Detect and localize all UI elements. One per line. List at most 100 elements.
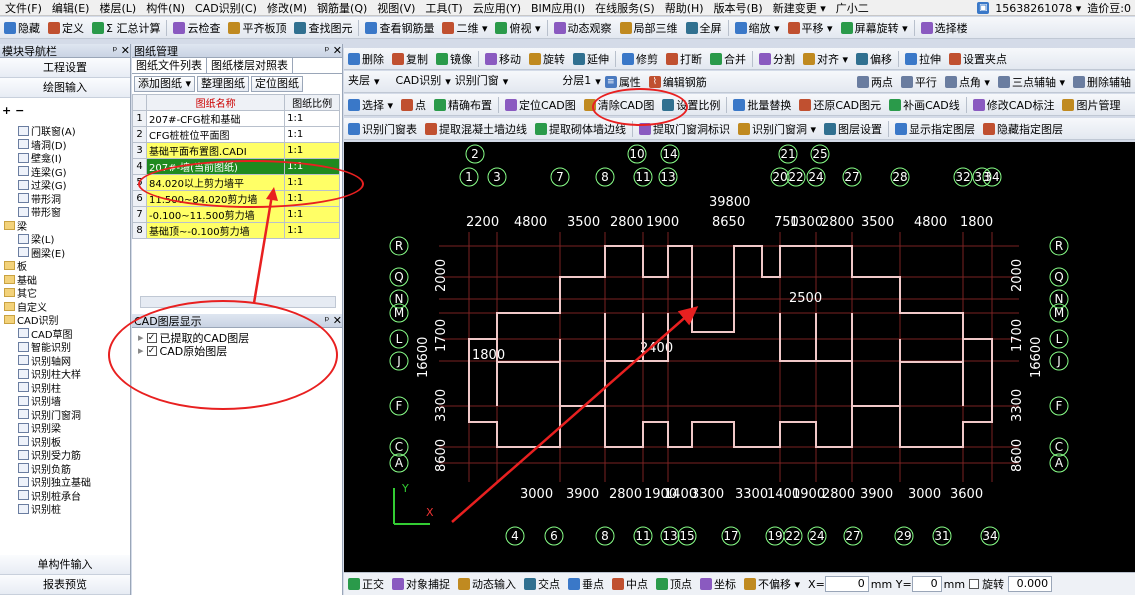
toolbar-button[interactable]: 图片管理 [1058,95,1124,115]
toolbar-button[interactable]: 提取门窗洞标识 [635,119,734,139]
snap-option[interactable]: 不偏移 ▾ [740,574,804,594]
drawing-ratio-cell[interactable]: 1:1 [284,206,340,223]
tab-floor-mapping[interactable]: 图纸楼层对照表 [207,58,293,73]
cad-recognition-select[interactable]: CAD识别 [392,74,446,90]
tree-item[interactable]: 识别板 [0,435,130,449]
tree-item[interactable]: 识别轴网 [0,354,130,368]
tree-item[interactable]: 基础 [0,273,130,287]
menu-item[interactable]: 钢筋量(Q) [312,0,372,15]
toolbar-button[interactable]: 批量替换 [729,95,795,115]
organize-drawing-button[interactable]: 整理图纸 [197,76,250,92]
snap-option[interactable]: 正交 [344,574,388,594]
table-row[interactable]: 4 207#-墙(当前图纸) 1:1 [132,158,340,175]
table-row[interactable]: 3 基础平面布置图.CADI 1:1 [132,142,340,159]
toolbar-button[interactable]: 二维 ▾ [438,18,491,38]
toolbar-button[interactable]: 删除 [344,49,388,69]
axis-tool-button[interactable]: 平行 [897,72,941,92]
toolbar-button[interactable]: 精确布置 [430,95,496,115]
toolbar-button[interactable]: 选择楼 [917,18,972,38]
tree-item[interactable]: 梁 [0,219,130,233]
tree-item[interactable]: 识别墙 [0,394,130,408]
axis-tool-button[interactable]: 点角 ▾ [941,72,994,92]
drawing-name-cell[interactable]: 基础平面布置图.CADI [145,142,286,159]
floor-select[interactable]: 夹层 [344,74,374,90]
drawing-ratio-cell[interactable]: 1:1 [284,158,340,175]
single-component-input-button[interactable]: 单构件输入 [0,555,130,575]
close-icon[interactable]: ᵖ ✕ [325,314,342,327]
tree-item[interactable]: 门联窗(A) [0,124,130,138]
coins-label[interactable]: 造价豆:0 [1087,0,1131,15]
toolbar-button[interactable]: 移动 [481,49,525,69]
toolbar-button[interactable]: 提取砌体墙边线 [531,119,630,139]
toolbar-button[interactable]: 选择 ▾ [344,95,397,115]
snap-option[interactable]: 坐标 [696,574,740,594]
close-icon[interactable]: ᵖ ✕ [325,44,342,57]
tree-item[interactable]: 过梁(G) [0,178,130,192]
toolbar-button[interactable]: 缩放 ▾ [731,18,784,38]
toolbar-button[interactable]: 点 [397,95,430,115]
drawing-ratio-cell[interactable]: 1:1 [284,110,340,127]
layer-select[interactable]: 分层1 [558,74,595,90]
toolbar-button[interactable]: 图层设置 [820,119,886,139]
drawing-name-cell[interactable]: -0.100~11.500剪力墙 [145,206,286,223]
toolbar-button[interactable]: 云检查 [169,18,224,38]
tree-item[interactable]: 识别桩 [0,502,130,516]
drawing-name-cell[interactable]: 207#-墙(当前图纸) [145,158,286,175]
snap-option[interactable]: 顶点 [652,574,696,594]
toolbar-button[interactable]: 还原CAD图元 [795,95,885,115]
expand-all-icon[interactable]: + [2,104,11,117]
tree-item[interactable]: 识别桩承台 [0,489,130,503]
drawing-ratio-cell[interactable]: 1:1 [284,142,340,159]
edit-rebar-button[interactable]: ⌇ 编辑钢筋 [645,72,711,92]
tree-item[interactable]: 板 [0,259,130,273]
checkbox-checked-icon[interactable]: ✓ [146,332,157,343]
table-row[interactable]: 6 11.500~84.020剪力墙 1:1 [132,190,340,207]
toolbar-button[interactable]: 修剪 [618,49,662,69]
tree-item[interactable]: 识别独立基础 [0,475,130,489]
table-row[interactable]: 8 基础顶~-0.100剪力墙 1:1 [132,222,340,239]
toolbar-button[interactable]: Σ 汇总计算 [88,18,164,38]
tree-item[interactable]: 圈梁(E) [0,246,130,260]
tree-item[interactable]: 壁龛(I) [0,151,130,165]
snap-option[interactable]: 对象捕捉 [388,574,454,594]
toolbar-button[interactable]: 屏幕旋转 ▾ [837,18,912,38]
drawing-ratio-cell[interactable]: 1:1 [284,174,340,191]
toolbar-button[interactable]: 偏移 [852,49,896,69]
cad-canvas[interactable]: 2 1 3 7 8 10 14 11 13 21 25 20 22 24 27 … [344,142,1135,572]
drawing-ratio-cell[interactable]: 1:1 [284,126,340,143]
menu-item[interactable]: 云应用(Y) [468,0,526,15]
axis-tool-button[interactable]: 删除辅轴 [1069,72,1135,92]
drawing-input-button[interactable]: 绘图输入 [0,78,130,98]
drawing-scrollbar[interactable] [140,296,336,308]
toolbar-button[interactable]: 清除CAD图 [580,95,659,115]
tree-item[interactable]: CAD草图 [0,327,130,341]
chevron-down-icon[interactable]: ▾ [374,75,380,88]
x-input[interactable]: 0 [824,576,869,592]
toolbar-button[interactable]: 旋转 [525,49,569,69]
tree-item[interactable]: 墙洞(D) [0,138,130,152]
menu-item[interactable]: 在线服务(S) [590,0,660,15]
toolbar-button[interactable]: 对齐 ▾ [799,49,852,69]
toolbar-button[interactable]: 全屏 [682,18,726,38]
layer-item-original[interactable]: ▸ ✓ CAD原始图层 [138,344,336,358]
tree-item[interactable]: 识别受力筋 [0,448,130,462]
menu-item[interactable]: 文件(F) [0,0,47,15]
toolbar-button[interactable]: 查找图元 [290,18,356,38]
toolbar-button[interactable]: 镜像 [432,49,476,69]
menu-item[interactable]: 广小二 [831,0,874,15]
rotate-checkbox[interactable] [969,579,980,589]
tree-item[interactable]: CAD识别 [0,313,130,327]
properties-button[interactable]: ≡ 属性 [601,72,645,92]
table-row[interactable]: 1 207#-CFG桩和基础 1:1 [132,110,340,127]
toolbar-button[interactable]: 定位CAD图 [501,95,580,115]
tree-item[interactable]: 识别柱 [0,381,130,395]
tree-item[interactable]: 带形洞 [0,192,130,206]
axis-tool-button[interactable]: 两点 [853,72,897,92]
tree-item[interactable]: 识别梁 [0,421,130,435]
menu-item[interactable]: 新建变更 ▾ [768,0,831,15]
drawing-ratio-cell[interactable]: 1:1 [284,190,340,207]
table-row[interactable]: 2 CFG桩桩位平面图 1:1 [132,126,340,143]
toolbar-button[interactable]: 修改CAD标注 [969,95,1059,115]
toolbar-button[interactable]: 动态观察 [550,18,616,38]
snap-option[interactable]: 中点 [608,574,652,594]
